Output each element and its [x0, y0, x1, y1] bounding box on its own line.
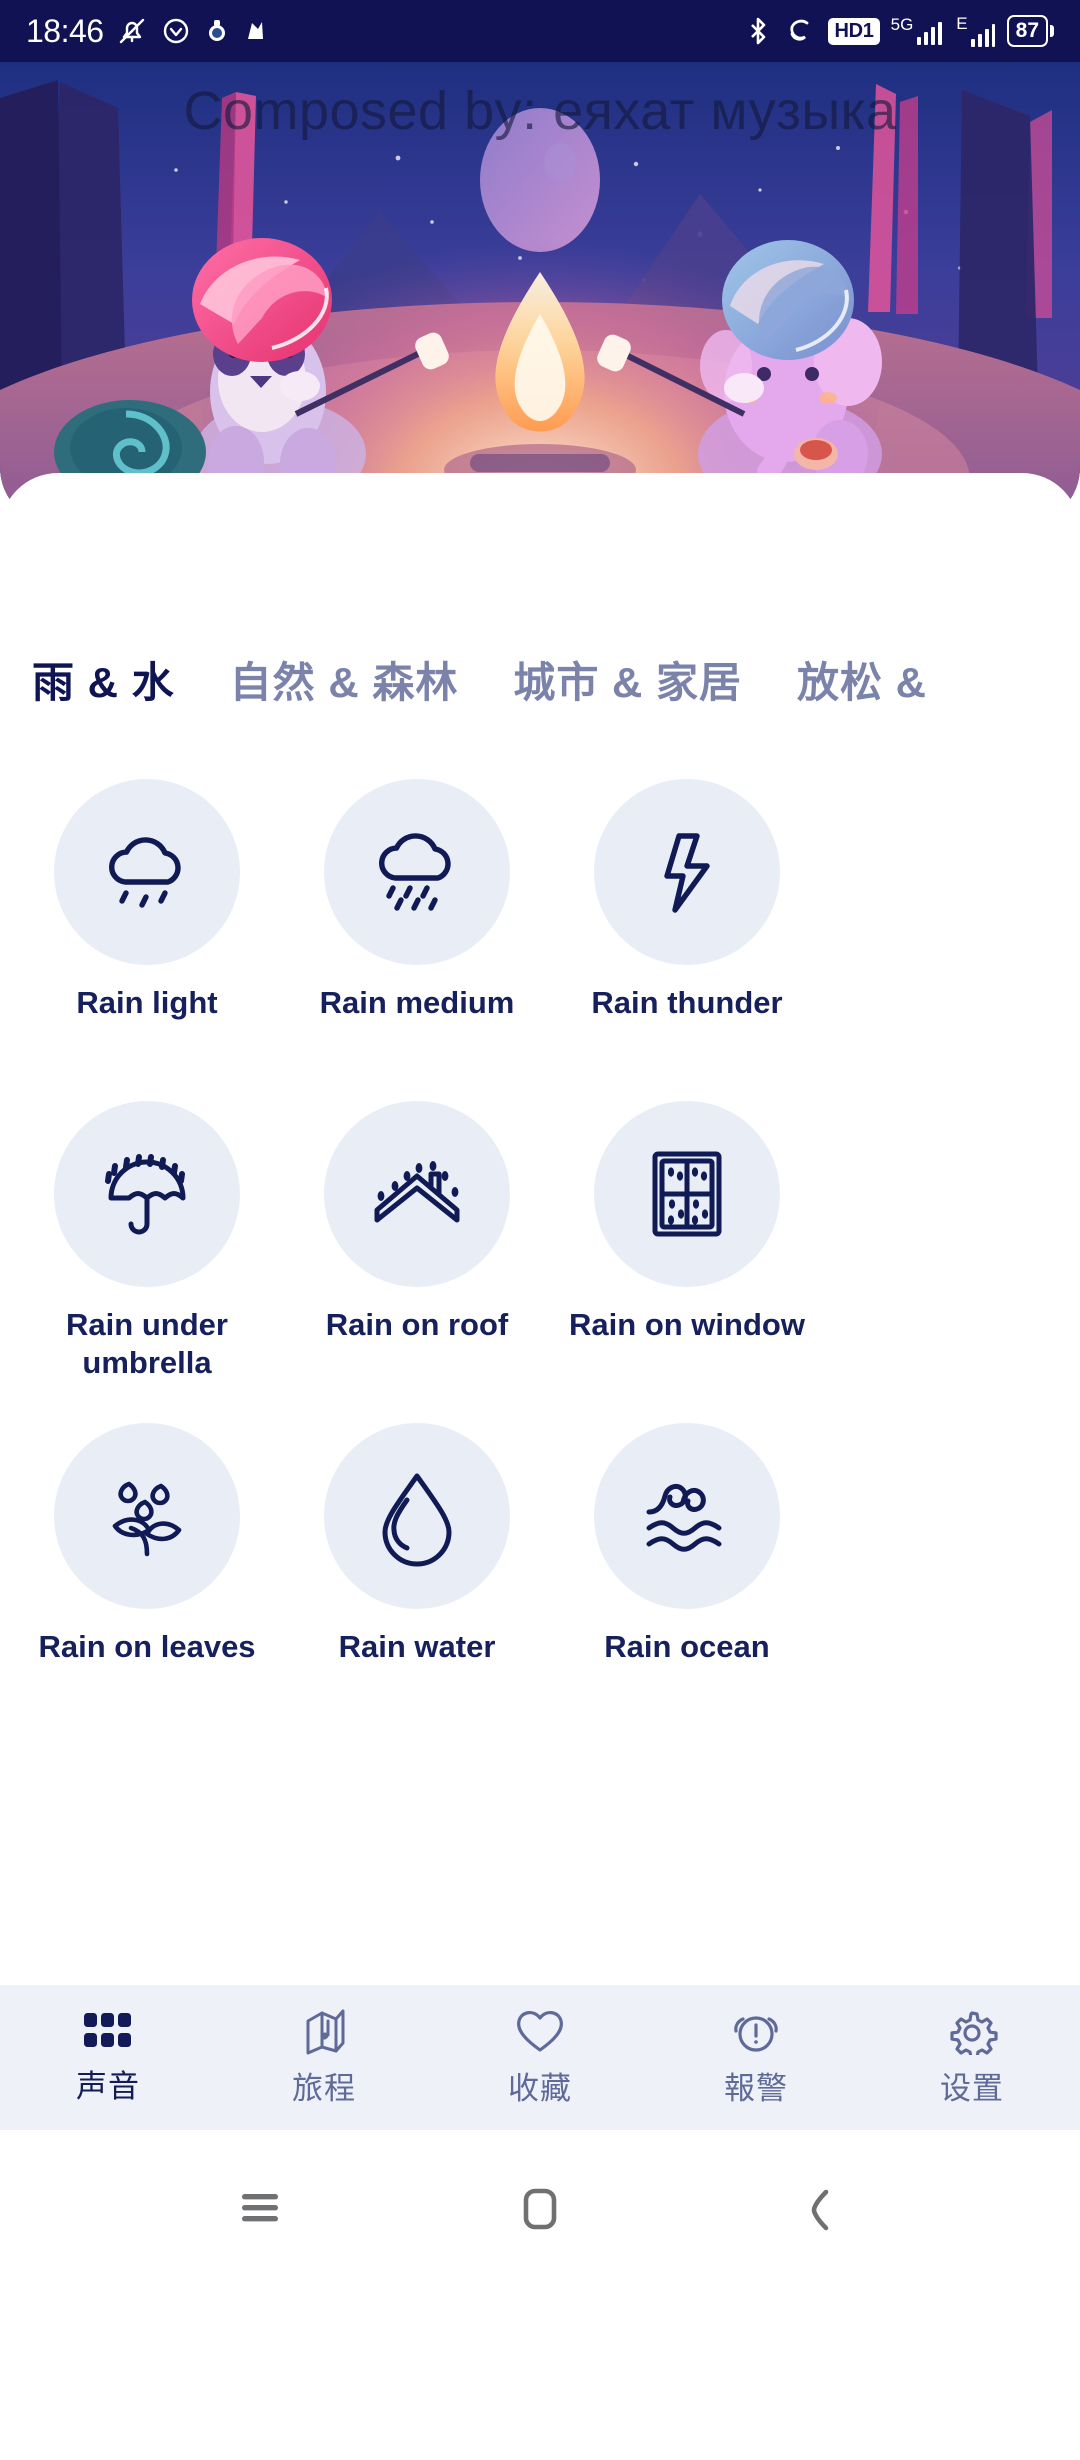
mute-bell-icon [119, 18, 144, 44]
sound-label: Rain under umbrella [66, 1307, 228, 1380]
ocean-waves-icon [646, 1483, 722, 1552]
nav-item-sounds[interactable]: 声音 [0, 2009, 216, 2106]
sound-label: Rain water [338, 1629, 496, 1664]
sound-label: Rain medium [319, 985, 515, 1020]
bottom-navigation: 声音 旅程 收藏 報警 设置 [0, 1985, 1080, 2130]
sound-icon-wrap [54, 1101, 240, 1287]
back-icon [811, 2189, 829, 2231]
category-tabs[interactable]: 雨 & 水 自然 & 森林 城市 & 家居 放松 & [0, 659, 1080, 707]
sound-item-rain-thunder[interactable]: Rain thunder [552, 763, 822, 1085]
nav-label: 设置 [940, 2071, 1004, 2106]
sound-item-rain-water[interactable]: Rain water [282, 1407, 552, 1729]
alarm-icon [734, 2016, 778, 2052]
status-time: 18:46 [26, 13, 104, 49]
sound-label: Rain thunder [591, 985, 783, 1020]
gear-icon [950, 2011, 998, 2055]
sound-icon-wrap [594, 1423, 780, 1609]
sound-item-rain-ocean[interactable]: Rain ocean [552, 1407, 822, 1729]
nav-label: 旅程 [292, 2071, 356, 2106]
nav-label: 報警 [724, 2071, 788, 2106]
nav-item-favorites[interactable]: 收藏 [432, 2007, 648, 2108]
status-bar: 18:46 HD1 5G E 87 [0, 0, 1080, 62]
umbrella-rain-icon [105, 1154, 186, 1235]
sound-icon-wrap [594, 779, 780, 965]
hero-watermark: Composed by: еяхат музыка [183, 81, 897, 141]
sound-grid: Rain light Rain medium Rain thunder Rain… [0, 763, 1080, 1729]
nav-item-alarm[interactable]: 報警 [648, 2007, 864, 2108]
hd1-icon: HD1 [828, 17, 880, 45]
system-menu-button[interactable] [195, 2186, 325, 2230]
sound-item-rain-on-roof[interactable]: Rain on roof [282, 1085, 552, 1407]
battery-icon: 87 [1006, 15, 1054, 47]
sound-icon-wrap [594, 1101, 780, 1287]
sound-label: Rain light [76, 985, 218, 1020]
e-signal-icon: E [956, 15, 995, 48]
system-back-button[interactable] [755, 2186, 885, 2234]
nav-item-settings[interactable]: 设置 [864, 2007, 1080, 2108]
sound-icon-wrap [324, 1101, 510, 1287]
tab-relax[interactable]: 放松 & [797, 659, 927, 707]
home-icon [523, 2188, 557, 2230]
leaves-rain-icon [112, 1481, 182, 1557]
5g-signal-icon: 5G [891, 16, 946, 47]
sound-icon-wrap [324, 1423, 510, 1609]
app-badge-2-icon [247, 22, 263, 39]
sound-item-rain-on-leaves[interactable]: Rain on leaves [12, 1407, 282, 1729]
sound-icon-wrap [54, 779, 240, 965]
sound-item-rain-under-umbrella[interactable]: Rain under umbrella [12, 1085, 282, 1407]
status-bar-left: 18:46 [26, 14, 268, 48]
signal-bars-icon [917, 21, 943, 45]
signal-bars-2-icon [970, 23, 995, 47]
window-rain-icon [652, 1151, 722, 1237]
tab-rain-water[interactable]: 雨 & 水 [32, 659, 175, 707]
sound-item-rain-on-window[interactable]: Rain on window [552, 1085, 822, 1407]
status-bar-right: HD1 5G E 87 [744, 14, 1054, 48]
cloud-light-rain-icon [109, 837, 181, 908]
cloud-medium-rain-icon [379, 833, 451, 911]
sound-item-rain-medium[interactable]: Rain medium [282, 763, 552, 1085]
nav-label: 声音 [76, 2069, 140, 2104]
heart-icon [517, 2011, 563, 2052]
system-home-button[interactable] [475, 2186, 605, 2232]
tab-city-home[interactable]: 城市 & 家居 [513, 659, 742, 707]
nav-label: 收藏 [508, 2071, 572, 2106]
sound-label: Rain ocean [604, 1629, 770, 1664]
sound-icon-wrap [324, 779, 510, 965]
sound-label: Rain on roof [325, 1307, 509, 1342]
map-icon [306, 2009, 345, 2055]
hero-banner: Composed by: еяхат музыка [0, 62, 1080, 525]
nav-item-journeys[interactable]: 旅程 [216, 2007, 432, 2108]
app-badge-icon [208, 20, 225, 41]
grid-icon [84, 2013, 131, 2047]
vpn-icon [790, 19, 809, 41]
water-droplet-icon [382, 1473, 452, 1567]
sound-icon-wrap [54, 1423, 240, 1609]
tab-nature-forest[interactable]: 自然 & 森林 [230, 659, 459, 707]
roof-rain-icon [374, 1161, 460, 1223]
menu-icon [242, 2194, 278, 2222]
alarm-clock-icon [163, 18, 188, 44]
system-navigation-bar [0, 2130, 1080, 2460]
sound-label: Rain on window [569, 1307, 805, 1342]
lightning-bolt-icon [664, 833, 710, 913]
bluetooth-icon [751, 17, 766, 45]
sound-item-rain-light[interactable]: Rain light [12, 763, 282, 1085]
app-screen: Composed by: еяхат музыка 雨 & 水 自然 & 森林 … [0, 0, 1080, 2460]
sound-label: Rain on leaves [38, 1629, 256, 1664]
